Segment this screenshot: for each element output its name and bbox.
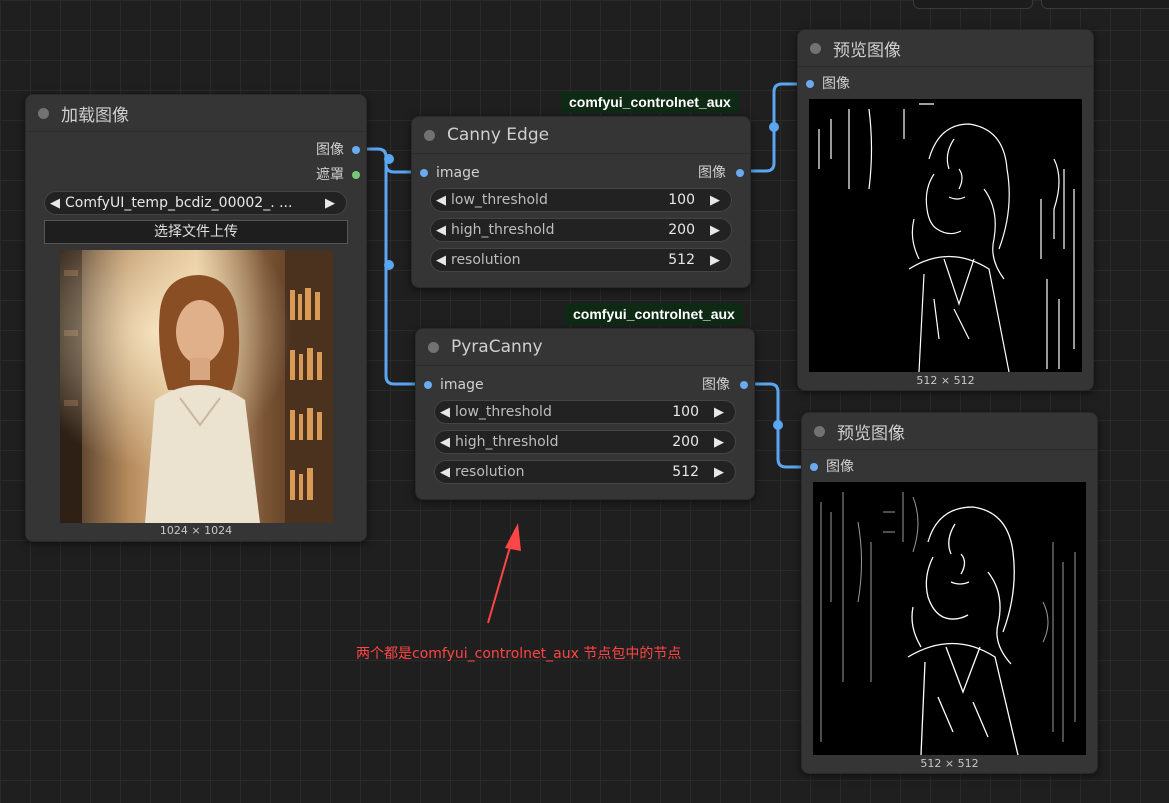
node-header[interactable]: 预览图像 — [802, 413, 1097, 450]
input-slot-image[interactable]: image — [424, 375, 484, 395]
node-header[interactable]: PyraCanny — [416, 329, 754, 366]
arrow-right-icon[interactable]: ▶ — [709, 435, 729, 450]
output-slot-image[interactable]: 图像 — [698, 163, 744, 183]
widget-high-threshold[interactable]: ◀ high_threshold 200 ▶ — [430, 218, 732, 242]
collapse-dot-icon[interactable] — [38, 107, 49, 119]
node-header[interactable]: 预览图像 — [798, 30, 1093, 67]
toolbar-tab[interactable] — [913, 0, 1033, 9]
node-badge: comfyui_controlnet_aux — [565, 303, 743, 325]
arrow-right-icon[interactable]: ▶ — [709, 405, 729, 420]
widget-label: resolution — [451, 252, 521, 268]
pyracanny-node[interactable]: PyraCanny image 图像 ◀ low_threshold 100 ▶… — [415, 328, 755, 500]
output-pin-icon[interactable] — [736, 169, 744, 177]
arrow-left-icon[interactable]: ◀ — [431, 193, 451, 208]
reroute-dot — [773, 420, 783, 430]
input-pin-icon[interactable] — [806, 80, 814, 88]
node-header[interactable]: Canny Edge — [412, 117, 750, 154]
slot-label: 图像 — [826, 459, 854, 475]
output-pin-icon[interactable] — [352, 146, 360, 154]
widget-value: 200 — [672, 434, 699, 450]
arrow-right-icon[interactable]: ▶ — [705, 253, 725, 268]
arrow-left-icon[interactable]: ◀ — [435, 465, 455, 480]
widget-low-threshold[interactable]: ◀ low_threshold 100 ▶ — [430, 188, 732, 212]
file-name: ComfyUI_temp_bcdiz_00002_. ... — [65, 195, 293, 211]
arrow-left-icon[interactable]: ◀ — [45, 196, 65, 211]
reroute-dot — [384, 260, 394, 270]
reroute-dot — [384, 154, 394, 164]
slot-label: 图像 — [702, 377, 730, 393]
input-slot-image[interactable]: image — [420, 163, 480, 183]
slot-label: 图像 — [822, 76, 850, 92]
slot-label: 图像 — [316, 142, 344, 158]
widget-value: 100 — [668, 192, 695, 208]
arrow-right-icon[interactable]: ▶ — [705, 223, 725, 238]
load-image-node[interactable]: 加载图像 图像 遮罩 ◀ ComfyUI_temp_bcdiz_00002_. … — [25, 94, 367, 542]
annotation-arrow — [487, 523, 521, 624]
reroute-dot — [769, 122, 779, 132]
widget-value: 200 — [668, 222, 695, 238]
image-file-select[interactable]: ◀ ComfyUI_temp_bcdiz_00002_. ... ▶ — [44, 191, 347, 215]
preview-image-node-1[interactable]: 预览图像 图像 512 × 512 — [797, 29, 1094, 391]
widget-label: low_threshold — [455, 404, 552, 420]
node-title: Canny Edge — [447, 125, 550, 145]
widget-high-threshold[interactable]: ◀ high_threshold 200 ▶ — [434, 430, 736, 454]
input-slot-image[interactable]: 图像 — [810, 457, 854, 477]
widget-label: high_threshold — [451, 222, 555, 238]
node-title: 加载图像 — [61, 105, 129, 126]
image-dimensions: 1024 × 1024 — [159, 524, 233, 537]
arrow-left-icon[interactable]: ◀ — [435, 435, 455, 450]
arrow-left-icon[interactable]: ◀ — [431, 223, 451, 238]
widget-label: low_threshold — [451, 192, 548, 208]
node-title: 预览图像 — [833, 40, 901, 61]
node-header[interactable]: 加载图像 — [26, 95, 366, 132]
widget-label: resolution — [455, 464, 525, 480]
input-pin-icon[interactable] — [420, 169, 428, 177]
arrow-left-icon[interactable]: ◀ — [431, 253, 451, 268]
loaded-image-photo — [60, 250, 333, 523]
output-pin-icon[interactable] — [352, 171, 360, 179]
widget-label: high_threshold — [455, 434, 559, 450]
arrow-right-icon[interactable]: ▶ — [709, 465, 729, 480]
node-title: 预览图像 — [837, 423, 905, 444]
node-title: PyraCanny — [451, 337, 543, 357]
slot-label: 图像 — [698, 165, 726, 181]
preview-image-node-2[interactable]: 预览图像 图像 512 × 512 — [801, 412, 1098, 774]
collapse-dot-icon[interactable] — [424, 129, 435, 141]
slot-label: image — [440, 377, 484, 393]
arrow-right-icon[interactable]: ▶ — [705, 193, 725, 208]
input-slot-image[interactable]: 图像 — [806, 74, 850, 94]
arrow-right-icon[interactable]: ▶ — [320, 196, 340, 211]
input-pin-icon[interactable] — [810, 463, 818, 471]
collapse-dot-icon[interactable] — [814, 425, 825, 437]
pyracanny-preview-image — [813, 482, 1086, 755]
widget-resolution[interactable]: ◀ resolution 512 ▶ — [434, 460, 736, 484]
canny-edge-node[interactable]: Canny Edge image 图像 ◀ low_threshold 100 … — [411, 116, 751, 288]
widget-value: 512 — [668, 252, 695, 268]
annotation-note: 两个都是comfyui_controlnet_aux 节点包中的节点 — [356, 646, 682, 662]
collapse-dot-icon[interactable] — [810, 42, 821, 54]
upload-button[interactable]: 选择文件上传 — [44, 220, 348, 244]
widget-resolution[interactable]: ◀ resolution 512 ▶ — [430, 248, 732, 272]
widget-low-threshold[interactable]: ◀ low_threshold 100 ▶ — [434, 400, 736, 424]
output-slot-mask[interactable]: 遮罩 — [316, 165, 360, 185]
image-dimensions: 512 × 512 — [916, 374, 975, 387]
slot-label: 遮罩 — [316, 167, 344, 183]
output-slot-image[interactable]: 图像 — [702, 375, 748, 395]
input-pin-icon[interactable] — [424, 381, 432, 389]
output-pin-icon[interactable] — [740, 381, 748, 389]
canny-edge-preview-image — [809, 99, 1082, 372]
image-dimensions: 512 × 512 — [920, 757, 979, 770]
widget-value: 100 — [672, 404, 699, 420]
collapse-dot-icon[interactable] — [428, 341, 439, 353]
output-slot-image[interactable]: 图像 — [316, 140, 360, 160]
toolbar-tab[interactable] — [1041, 0, 1169, 9]
arrow-left-icon[interactable]: ◀ — [435, 405, 455, 420]
slot-label: image — [436, 165, 480, 181]
node-badge: comfyui_controlnet_aux — [561, 91, 739, 113]
widget-value: 512 — [672, 464, 699, 480]
